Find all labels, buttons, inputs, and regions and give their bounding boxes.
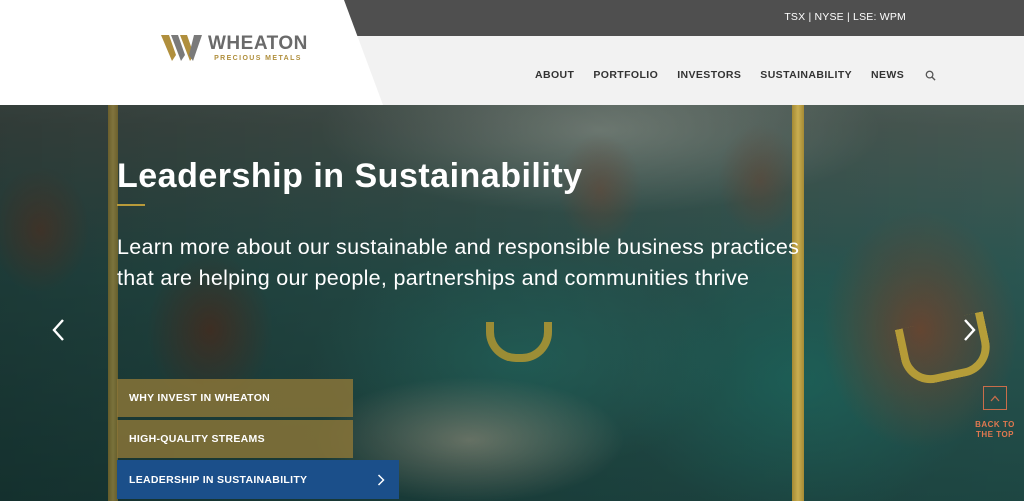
wheaton-logo[interactable]: WHEATON PRECIOUS METALS (160, 33, 308, 63)
cta-leadership-in-sustainability-button[interactable]: LEADERSHIP IN SUSTAINABILITY (117, 460, 399, 499)
chevron-left-icon (52, 319, 64, 341)
carousel-next-button[interactable] (963, 318, 977, 346)
back-to-top-label-1: BACK TO (975, 420, 1015, 429)
cta-high-quality-streams-button[interactable]: HIGH-QUALITY STREAMS (117, 420, 353, 458)
cta-label: HIGH-QUALITY STREAMS (129, 433, 265, 445)
nav-item-sustainability[interactable]: SUSTAINABILITY (760, 69, 852, 81)
main-nav: ABOUT PORTFOLIO INVESTORS SUSTAINABILITY… (535, 69, 936, 81)
nav-item-investors[interactable]: INVESTORS (677, 69, 741, 81)
chevron-up-icon (990, 395, 1000, 401)
carousel-prev-button[interactable] (51, 318, 65, 346)
hero-description: Learn more about our sustainable and res… (117, 235, 800, 290)
hero-title: Leadership in Sustainability (117, 157, 583, 195)
logo-tagline: PRECIOUS METALS (214, 55, 302, 62)
nav-item-portfolio[interactable]: PORTFOLIO (593, 69, 658, 81)
back-to-top-button[interactable]: BACK TO THE TOP (973, 386, 1017, 440)
back-to-top-label-2: THE TOP (975, 430, 1015, 439)
stock-ticker: TSX | NYSE | LSE: WPM (784, 11, 906, 23)
cta-label: LEADERSHIP IN SUSTAINABILITY (129, 473, 308, 486)
wheaton-w-logo-icon (161, 35, 202, 61)
nav-item-news[interactable]: NEWS (871, 69, 904, 81)
logo-name: WHEATON (208, 33, 308, 54)
chevron-right-icon (377, 473, 385, 486)
back-to-top-box (983, 386, 1007, 410)
cta-why-invest-button[interactable]: WHY INVEST IN WHEATON (117, 379, 353, 417)
nav-item-about[interactable]: ABOUT (535, 69, 574, 81)
chevron-right-icon (964, 319, 976, 341)
title-divider (117, 204, 145, 206)
search-icon[interactable] (925, 70, 936, 81)
cta-label: WHY INVEST IN WHEATON (129, 392, 271, 404)
